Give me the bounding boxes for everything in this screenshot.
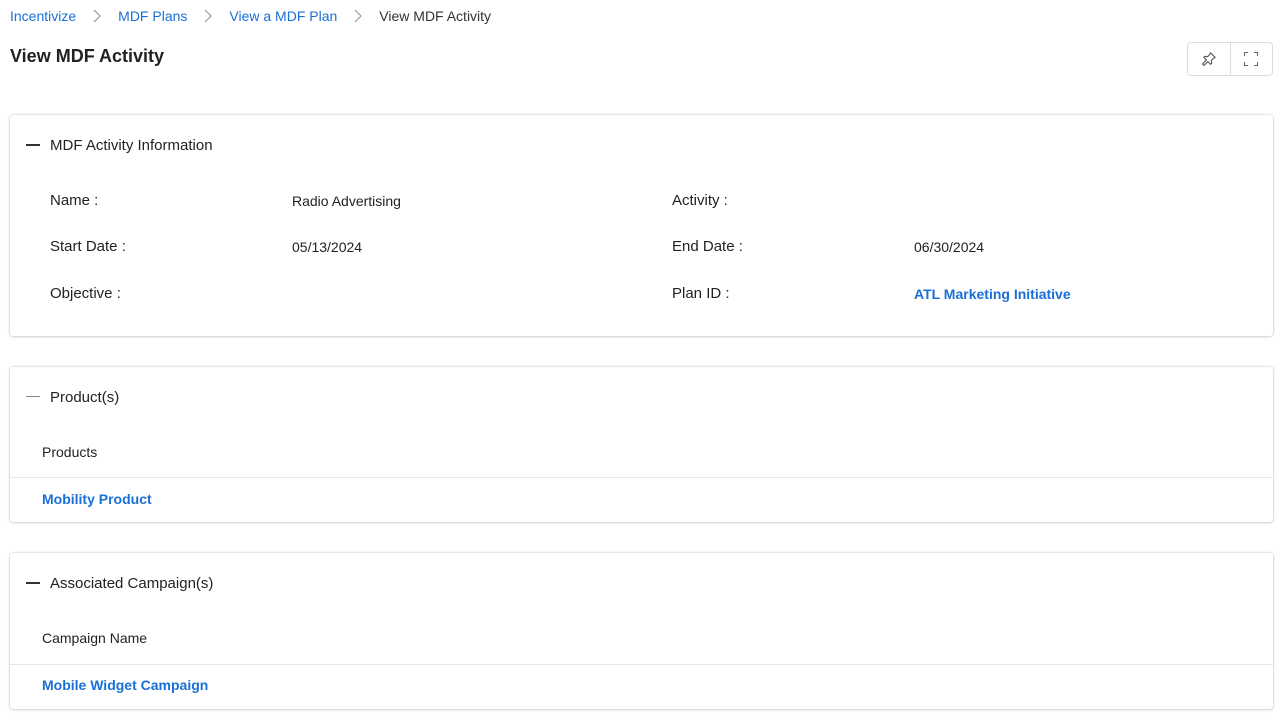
breadcrumb-mdf-plans[interactable]: MDF Plans: [118, 7, 187, 25]
pin-button[interactable]: [1188, 43, 1230, 75]
products-column-header: Products: [42, 444, 98, 460]
end-date-value: 06/30/2024: [914, 239, 985, 255]
page-title: View MDF Activity: [10, 46, 165, 66]
fullscreen-icon: [1244, 51, 1259, 67]
breadcrumb-view-mdf-plan[interactable]: View a MDF Plan: [229, 7, 337, 25]
collapse-icon[interactable]: [26, 582, 40, 584]
collapse-icon[interactable]: [26, 144, 40, 146]
campaigns-card: Associated Campaign(s) Campaign Name Mob…: [10, 553, 1273, 709]
campaign-link[interactable]: Mobile Widget Campaign: [42, 677, 208, 693]
chevron-right-icon: [204, 9, 213, 23]
start-date-label: Start Date :: [50, 238, 126, 255]
name-label: Name :: [50, 192, 99, 209]
chevron-right-icon: [93, 9, 102, 23]
campaign-column-header: Campaign Name: [42, 630, 148, 646]
activity-info-title: MDF Activity Information: [50, 136, 213, 154]
campaigns-title: Associated Campaign(s): [50, 574, 214, 592]
campaigns-header: Associated Campaign(s): [10, 553, 1273, 613]
name-value: Radio Advertising: [292, 193, 401, 209]
breadcrumb-incentivize[interactable]: Incentivize: [10, 7, 76, 25]
plan-id-link[interactable]: ATL Marketing Initiative: [914, 286, 1071, 302]
products-title: Product(s): [50, 388, 120, 406]
activity-label: Activity :: [672, 192, 728, 209]
products-header: Product(s): [10, 367, 1273, 427]
activity-info-card: MDF Activity Information Name : Radio Ad…: [10, 115, 1273, 336]
collapse-icon[interactable]: [26, 396, 40, 398]
breadcrumb-current: View MDF Activity: [379, 8, 492, 24]
start-date-value: 05/13/2024: [292, 239, 363, 255]
breadcrumb: Incentivize MDF Plans View a MDF Plan Vi…: [10, 7, 491, 25]
objective-label: Objective :: [50, 285, 121, 302]
divider: [10, 477, 1273, 478]
plan-id-label: Plan ID :: [672, 285, 730, 302]
product-link[interactable]: Mobility Product: [42, 491, 152, 507]
divider: [10, 664, 1273, 665]
products-card: Product(s) Products Mobility Product: [10, 367, 1273, 522]
end-date-label: End Date :: [672, 238, 743, 255]
fullscreen-button[interactable]: [1229, 43, 1273, 75]
activity-info-header: MDF Activity Information: [10, 115, 1273, 175]
chevron-right-icon: [354, 9, 363, 23]
pin-icon: [1201, 52, 1216, 67]
page-toolbar: [1187, 42, 1273, 76]
